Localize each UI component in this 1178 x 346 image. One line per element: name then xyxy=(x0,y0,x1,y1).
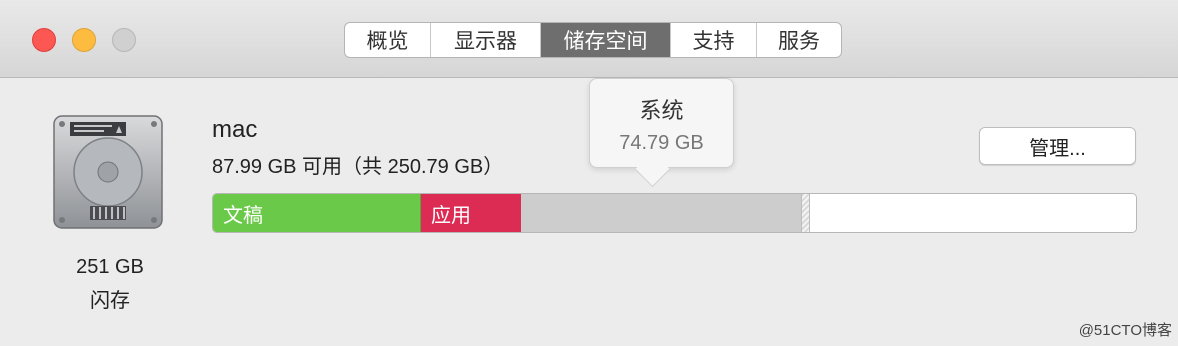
minimize-window-button[interactable] xyxy=(72,28,96,52)
storage-segment-system[interactable] xyxy=(521,194,801,232)
storage-usage-bar: 文稿 应用 xyxy=(212,193,1137,233)
storage-segment-free xyxy=(810,194,1136,232)
watermark: @51CTO博客 xyxy=(1078,322,1172,339)
disk-name: mac xyxy=(212,116,258,143)
tooltip-value: 74.79 GB xyxy=(619,132,704,154)
storage-segment-label: 应用 xyxy=(431,204,471,227)
storage-segment-apps[interactable]: 应用 xyxy=(421,194,521,232)
storage-segment-documents[interactable]: 文稿 xyxy=(213,194,421,232)
disk-type-label: 闪存 xyxy=(90,290,130,312)
disk-capacity-label: 251 GB xyxy=(76,256,144,278)
hard-disk-icon xyxy=(53,115,163,229)
tab-displays[interactable]: 显示器 xyxy=(431,23,541,57)
storage-segment-other[interactable] xyxy=(801,194,810,232)
tab-support[interactable]: 支持 xyxy=(671,23,757,57)
storage-segment-label: 文稿 xyxy=(223,204,263,227)
disk-available-text: 87.99 GB 可用（共 250.79 GB） xyxy=(212,156,504,178)
manage-button[interactable]: 管理... xyxy=(979,127,1136,165)
tab-storage[interactable]: 储存空间 xyxy=(541,23,671,57)
storage-tooltip: 系统 74.79 GB xyxy=(589,78,734,168)
close-window-button[interactable] xyxy=(32,28,56,52)
window-titlebar: 概览 显示器 储存空间 支持 服务 xyxy=(0,0,1178,78)
zoom-window-button[interactable] xyxy=(112,28,136,52)
tab-overview[interactable]: 概览 xyxy=(345,23,431,57)
tooltip-title: 系统 xyxy=(639,98,684,123)
tab-service[interactable]: 服务 xyxy=(757,23,841,57)
tab-bar: 概览 显示器 储存空间 支持 服务 xyxy=(344,22,842,58)
